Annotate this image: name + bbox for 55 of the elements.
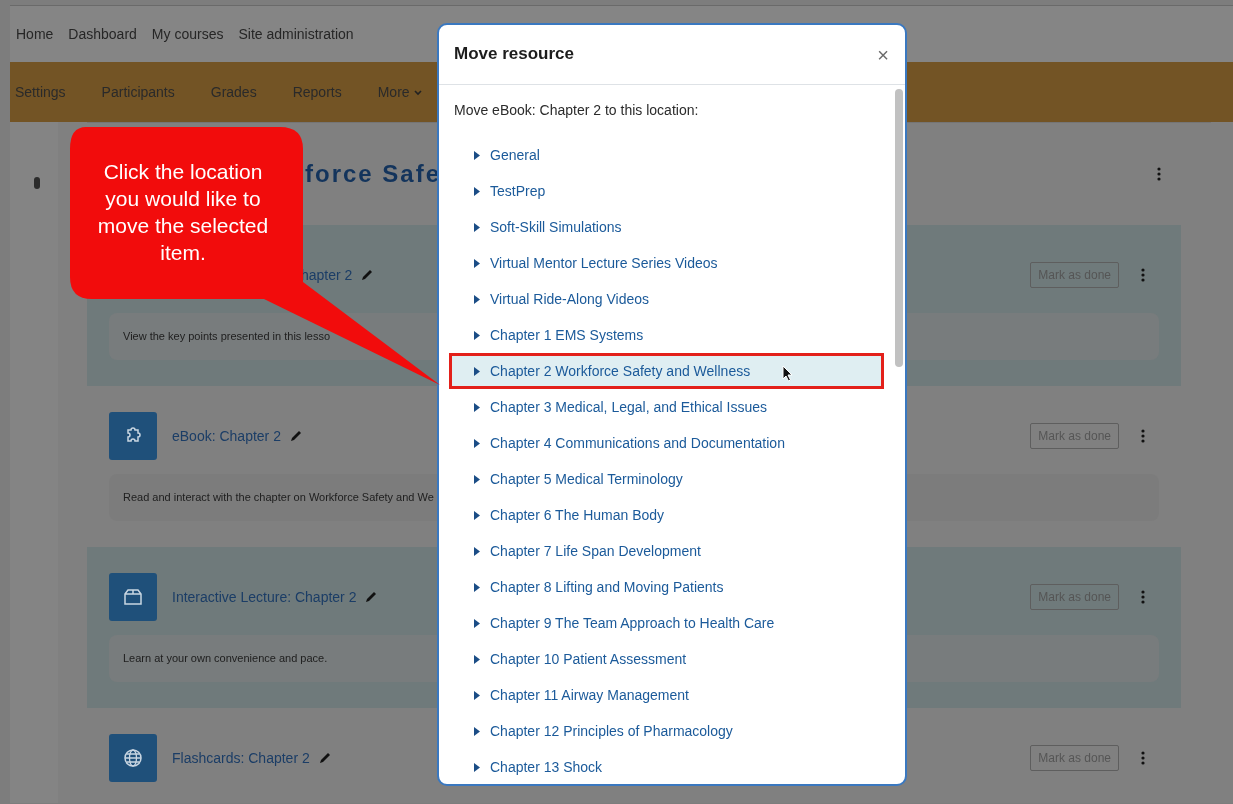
location-item[interactable]: Chapter 1 EMS Systems (449, 317, 884, 353)
location-item[interactable]: Chapter 4 Communications and Documentation (449, 425, 884, 461)
more-options-icon[interactable] (1141, 268, 1145, 282)
caret-icon[interactable] (474, 222, 480, 232)
pencil-icon[interactable] (317, 751, 332, 765)
caret-icon[interactable] (474, 330, 480, 340)
more-options-icon[interactable] (1157, 167, 1161, 181)
globe-icon (109, 734, 157, 782)
location-item[interactable]: General (449, 137, 884, 173)
location-item[interactable]: Chapter 7 Life Span Development (449, 533, 884, 569)
course-heading: force Safe (305, 159, 442, 189)
box-icon (109, 573, 157, 621)
nav-link-item[interactable]: Site administration (238, 23, 354, 45)
caret-icon[interactable] (474, 726, 480, 736)
more-options-icon[interactable] (1141, 751, 1145, 765)
caret-icon[interactable] (474, 546, 480, 556)
location-item[interactable]: Soft-Skill Simulations (449, 209, 884, 245)
puzzle-icon (109, 412, 157, 460)
location-item[interactable]: Chapter 3 Medical, Legal, and Ethical Issues (449, 389, 884, 425)
dialog-title: Move resource (454, 44, 574, 65)
caret-icon[interactable] (474, 690, 480, 700)
nav-link-item[interactable]: My courses (151, 23, 224, 45)
caret-icon[interactable] (474, 294, 480, 304)
caret-icon[interactable] (474, 618, 480, 628)
caret-icon[interactable] (474, 150, 480, 160)
location-item[interactable]: Chapter 2 Workforce Safety and Wellness (449, 353, 884, 389)
caret-icon[interactable] (474, 366, 480, 376)
caret-icon[interactable] (474, 582, 480, 592)
location-item[interactable]: Chapter 8 Lifting and Moving Patients (449, 569, 884, 605)
mouse-cursor-icon (782, 365, 793, 382)
location-item[interactable]: Chapter 10 Patient Assessment (449, 641, 884, 677)
more-options-icon[interactable] (1141, 590, 1145, 604)
caret-icon[interactable] (474, 762, 480, 772)
caret-icon[interactable] (474, 438, 480, 448)
instruction-text: Move eBook: Chapter 2 to this location: (454, 101, 700, 120)
location-item[interactable]: Virtual Mentor Lecture Series Videos (449, 245, 884, 281)
more-options-icon[interactable] (1141, 429, 1145, 443)
caret-icon[interactable] (474, 654, 480, 664)
caret-icon[interactable] (474, 258, 480, 268)
callout-text: Click the location you would like to move the selected item. (96, 159, 270, 266)
close-button[interactable]: × (877, 44, 889, 65)
pencil-icon[interactable] (288, 429, 303, 443)
drag-handle-icon[interactable] (34, 177, 40, 189)
location-item[interactable]: Chapter 13 Shock (449, 749, 884, 784)
caret-icon[interactable] (474, 402, 480, 412)
location-item[interactable]: Chapter 12 Principles of Pharmacology (449, 713, 884, 749)
caret-icon[interactable] (474, 186, 480, 196)
caret-icon[interactable] (474, 474, 480, 484)
location-item[interactable]: TestPrep (449, 173, 884, 209)
nav-link-item[interactable]: Dashboard (68, 23, 137, 45)
scrollbar-thumb[interactable] (895, 89, 903, 367)
pencil-icon[interactable] (364, 590, 379, 604)
pencil-icon[interactable] (360, 268, 375, 282)
caret-icon[interactable] (474, 510, 480, 520)
nav-link-item[interactable]: Home (16, 23, 54, 45)
